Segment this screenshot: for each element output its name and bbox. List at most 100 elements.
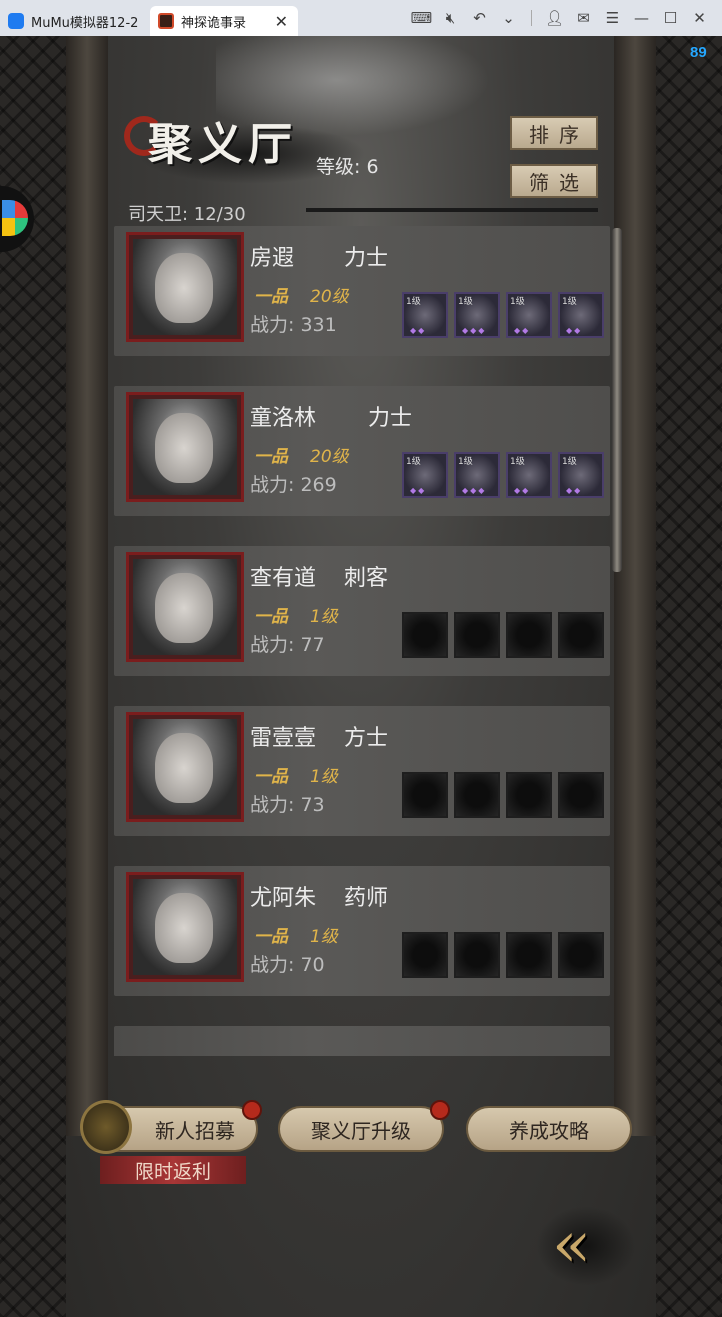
tab-mumu[interactable]: MuMu模拟器12-2 xyxy=(0,6,150,36)
recruit-label: 新人招募 xyxy=(155,1118,235,1143)
list-scrollbar[interactable] xyxy=(612,228,622,572)
equipment-slots: 1级 ◆◆ 1级 ◆◆◆ 1级 ◆◆ 1级 ◆◆ xyxy=(402,452,604,498)
gem-icon: ◆◆◆ xyxy=(462,486,487,495)
member-card[interactable]: 童洛林 力士 一品 20级 战力: 269 1级 ◆◆ 1级 ◆◆◆ 1级 ◆◆ 1级… xyxy=(114,386,610,516)
tab-game[interactable]: 神探诡事录 ✕ xyxy=(150,6,298,36)
hall-upgrade-button[interactable]: 聚义厅升级 xyxy=(278,1106,444,1152)
member-power: 战力: 77 xyxy=(250,634,325,656)
maximize-icon[interactable]: ☐ xyxy=(656,9,685,27)
equipment-slot[interactable]: 1级 ◆◆◆ xyxy=(454,452,500,498)
empty-equipment-slot[interactable] xyxy=(454,932,500,978)
empty-equipment-slot[interactable] xyxy=(558,932,604,978)
member-portrait xyxy=(126,392,244,502)
member-portrait xyxy=(126,552,244,662)
member-card[interactable]: 房遐 力士 一品 20级 战力: 331 1级 ◆◆ 1级 ◆◆◆ 1级 ◆◆ 1级 ◆… xyxy=(114,226,610,356)
header-divider xyxy=(306,208,598,212)
empty-equipment-slot[interactable] xyxy=(558,772,604,818)
hall-level: 等级: 6 xyxy=(316,156,379,178)
member-portrait xyxy=(126,712,244,822)
mail-icon[interactable]: ✉ xyxy=(569,9,598,27)
filter-button[interactable]: 筛选 xyxy=(510,164,598,198)
empty-equipment-slot[interactable] xyxy=(506,772,552,818)
undo-icon[interactable]: ↶ xyxy=(465,9,494,27)
tab-game-label: 神探诡事录 xyxy=(181,15,247,31)
close-window-icon[interactable]: ✕ xyxy=(685,9,714,27)
equipment-slot[interactable]: 1级 ◆◆ xyxy=(402,292,448,338)
member-power: 战力: 269 xyxy=(250,474,337,496)
member-level: 20级 xyxy=(310,287,349,307)
empty-equipment-slot[interactable] xyxy=(402,932,448,978)
member-card[interactable]: 查有道 刺客 一品 1级 战力: 77 xyxy=(114,546,610,676)
equipment-slots xyxy=(402,612,604,658)
member-name: 房遐 xyxy=(250,246,295,271)
portrait-image xyxy=(133,239,237,335)
portrait-image xyxy=(133,399,237,495)
member-list[interactable]: 房遐 力士 一品 20级 战力: 331 1级 ◆◆ 1级 ◆◆◆ 1级 ◆◆ 1级 ◆… xyxy=(114,226,610,1056)
portrait-image xyxy=(133,719,237,815)
chevron-down-icon[interactable]: ⌄ xyxy=(494,9,523,27)
member-role: 刺客 xyxy=(344,566,389,591)
fps-counter: 89 xyxy=(690,44,707,61)
member-portrait xyxy=(126,872,244,982)
menu-icon[interactable]: ☰ xyxy=(598,9,627,27)
member-name: 雷壹壹 xyxy=(250,726,317,751)
guard-count: 司天卫: 12/30 xyxy=(128,204,246,225)
equipment-slot[interactable]: 1级 ◆◆ xyxy=(506,292,552,338)
gem-icon: ◆◆ xyxy=(514,326,531,335)
member-rank: 一品 xyxy=(254,447,288,467)
empty-equipment-slot[interactable] xyxy=(558,612,604,658)
page-title: 聚义厅 xyxy=(148,119,298,170)
minimize-icon[interactable]: — xyxy=(627,9,656,27)
gem-icon: ◆◆ xyxy=(410,326,427,335)
sort-button[interactable]: 排序 xyxy=(510,116,598,150)
member-level: 1级 xyxy=(310,767,338,787)
empty-equipment-slot[interactable] xyxy=(402,612,448,658)
equipment-slot[interactable]: 1级 ◆◆◆ xyxy=(454,292,500,338)
gem-icon: ◆◆ xyxy=(566,326,583,335)
member-rank: 一品 xyxy=(254,607,288,627)
double-chevron-left-icon[interactable]: « xyxy=(552,1208,591,1282)
member-power: 战力: 73 xyxy=(250,794,325,816)
back-brush xyxy=(536,1206,636,1286)
member-level: 20级 xyxy=(310,447,349,467)
equipment-slot[interactable]: 1级 ◆◆ xyxy=(506,452,552,498)
guide-button[interactable]: 养成攻略 xyxy=(466,1106,632,1152)
empty-equipment-slot[interactable] xyxy=(506,932,552,978)
member-rank: 一品 xyxy=(254,927,288,947)
floating-ball-icon xyxy=(2,200,28,236)
empty-equipment-slot[interactable] xyxy=(506,612,552,658)
equipment-slots xyxy=(402,932,604,978)
limited-rebate-banner[interactable]: 限时返利 xyxy=(100,1156,246,1184)
gem-icon: ◆◆ xyxy=(410,486,427,495)
gem-icon: ◆◆ xyxy=(566,486,583,495)
member-role: 药师 xyxy=(344,886,389,911)
member-card[interactable]: 雷壹壹 方士 一品 1级 战力: 73 xyxy=(114,706,610,836)
equipment-slot[interactable]: 1级 ◆◆ xyxy=(402,452,448,498)
empty-equipment-slot[interactable] xyxy=(454,612,500,658)
user-icon[interactable]: 👤︎ xyxy=(540,9,569,27)
notification-dot xyxy=(430,1100,450,1120)
member-level: 1级 xyxy=(310,607,338,627)
member-card[interactable]: 尤阿朱 药师 一品 1级 战力: 70 xyxy=(114,866,610,996)
mumu-logo-icon xyxy=(8,13,24,29)
window-controls: ⌨ 🔇︎ ↶ ⌄ 👤︎ ✉ ☰ — ☐ ✕ xyxy=(407,0,714,36)
member-portrait xyxy=(126,232,244,342)
member-card-partial[interactable] xyxy=(114,1026,610,1056)
keyboard-icon[interactable]: ⌨ xyxy=(407,9,436,27)
recruit-lantern-icon[interactable] xyxy=(80,1100,132,1154)
member-power: 战力: 70 xyxy=(250,954,325,976)
equipment-slots: 1级 ◆◆ 1级 ◆◆◆ 1级 ◆◆ 1级 ◆◆ xyxy=(402,292,604,338)
member-role: 方士 xyxy=(344,726,389,751)
equipment-slot[interactable]: 1级 ◆◆ xyxy=(558,292,604,338)
window-titlebar: MuMu模拟器12-2 神探诡事录 ✕ ⌨ 🔇︎ ↶ ⌄ 👤︎ ✉ ☰ — ☐ … xyxy=(0,0,722,36)
close-tab-icon[interactable]: ✕ xyxy=(275,12,288,31)
mute-icon[interactable]: 🔇︎ xyxy=(436,9,465,27)
equipment-slots xyxy=(402,772,604,818)
equipment-slot[interactable]: 1级 ◆◆ xyxy=(558,452,604,498)
right-pillar xyxy=(614,36,656,1136)
empty-equipment-slot[interactable] xyxy=(402,772,448,818)
portrait-image xyxy=(133,559,237,655)
member-rank: 一品 xyxy=(254,767,288,787)
left-pillar xyxy=(66,36,108,1136)
empty-equipment-slot[interactable] xyxy=(454,772,500,818)
